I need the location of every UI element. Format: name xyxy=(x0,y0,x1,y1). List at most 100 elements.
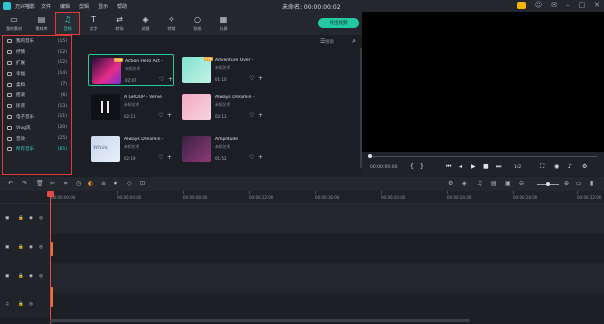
tab-effects[interactable]: ✧ 特效 xyxy=(159,12,184,35)
marker-icon[interactable]: ◈ xyxy=(462,180,467,187)
audio-mix-icon[interactable]: ≡ xyxy=(101,180,106,187)
favorite-icon[interactable]: ♡ xyxy=(249,112,254,119)
fit-icon[interactable]: ▭ xyxy=(576,180,582,187)
play-back-icon[interactable]: ◂ xyxy=(459,163,462,170)
tab-sticker[interactable]: ○ 贴纸 xyxy=(185,12,210,35)
render-icon[interactable]: ⚙ xyxy=(448,180,453,187)
maximize-icon[interactable]: □ xyxy=(579,1,586,9)
sidebar-item-vlog[interactable]: Vlog风 (20) xyxy=(3,122,71,133)
add-icon[interactable]: + xyxy=(258,154,263,161)
sidebar-item-lyrical[interactable]: 抒情 (12) xyxy=(3,47,71,58)
playback-progress-handle[interactable] xyxy=(368,154,372,158)
mark-in-icon[interactable]: { xyxy=(410,163,414,170)
crown-icon[interactable] xyxy=(516,1,526,9)
play-icon[interactable]: ▶ xyxy=(471,163,476,170)
close-icon[interactable]: ✕ xyxy=(594,1,600,9)
record-icon[interactable]: ⏺ xyxy=(114,180,117,188)
tab-split-screen[interactable]: ▦ 分屏 xyxy=(211,12,236,35)
favorite-icon[interactable]: ♡ xyxy=(249,154,254,161)
visibility-icon[interactable]: ◉ xyxy=(29,274,33,279)
volume-icon[interactable]: ♪ xyxy=(568,163,572,170)
search-icon[interactable]: ⌕ xyxy=(352,37,356,46)
user-icon[interactable]: ☺ xyxy=(535,1,542,9)
music-card[interactable]: Whim Always Dreamin - 未知艺术 02:19 ♡ + xyxy=(88,133,174,165)
add-icon[interactable]: + xyxy=(258,75,263,82)
crop-icon[interactable]: ⌗ xyxy=(64,180,67,188)
track-lane[interactable] xyxy=(50,204,604,234)
tab-filter[interactable]: ◈ 滤镜 xyxy=(133,12,158,35)
speed-icon[interactable]: ◷ xyxy=(76,180,81,187)
music-card[interactable]: free Adventure Over - 未知艺术 01:10 ♡ + xyxy=(179,54,265,86)
tab-my-media[interactable]: ▭ 我的素材 xyxy=(0,12,28,35)
color-icon[interactable]: ◐ xyxy=(88,180,93,187)
notification-icon[interactable]: ✉ xyxy=(551,1,557,9)
timeline-scrollbar[interactable] xyxy=(50,319,470,322)
favorite-icon[interactable]: ♡ xyxy=(159,76,164,83)
sidebar-item-my-music[interactable]: 我的音乐 (15) xyxy=(3,36,71,47)
lock-icon[interactable]: 🔒 xyxy=(18,216,24,221)
menu-help[interactable]: 帮助 xyxy=(117,3,127,10)
sidebar-item-folk[interactable]: 民谣 (13) xyxy=(3,101,71,112)
lock-icon[interactable]: 🔒 xyxy=(18,245,24,250)
menu-edit[interactable]: 编辑 xyxy=(60,3,70,10)
add-icon[interactable]: + xyxy=(258,112,263,119)
sidebar-item-happy[interactable]: 幸福 (14) xyxy=(3,68,71,79)
export-button[interactable]: 导出视频 xyxy=(318,18,359,28)
microphone-icon[interactable]: ♫ xyxy=(477,180,482,187)
preview-zoom-select[interactable]: 1/2 xyxy=(514,165,521,170)
cut-icon[interactable]: ✂ xyxy=(50,180,55,187)
track-lane[interactable] xyxy=(50,293,604,317)
split-icon[interactable]: ◇ xyxy=(127,180,132,187)
timeline-zoom-handle[interactable] xyxy=(546,182,550,186)
delete-icon[interactable]: 🗑 xyxy=(36,180,44,187)
sidebar-item-soft[interactable]: 柔和 (7) xyxy=(3,79,71,90)
sidebar-item-all-music[interactable]: 所有音乐 (85) xyxy=(3,144,71,155)
mark-icon[interactable]: ⊡ xyxy=(140,180,145,187)
favorite-icon[interactable]: ♡ xyxy=(249,75,254,82)
add-icon[interactable]: + xyxy=(167,112,172,119)
prev-frame-icon[interactable]: ⏮ xyxy=(446,163,451,171)
music-card[interactable]: free Action Hero Act - 未知艺术 02:07 ♡ + xyxy=(88,54,174,86)
mute-icon[interactable]: ◎ xyxy=(29,302,33,307)
undo-icon[interactable]: ↶ xyxy=(8,180,13,187)
stop-icon[interactable]: ■ xyxy=(483,163,489,170)
add-icon[interactable]: + xyxy=(167,154,172,161)
voiceover-icon[interactable]: ▤ xyxy=(491,180,497,187)
minimize-icon[interactable]: – xyxy=(566,1,570,9)
zoom-out-icon[interactable]: ⊖ xyxy=(519,180,524,187)
settings-icon[interactable]: ⚙ xyxy=(582,163,587,170)
tab-transition[interactable]: ⇄ 转场 xyxy=(107,12,132,35)
menu-clip[interactable]: 剪辑 xyxy=(79,3,89,10)
tab-library[interactable]: ▤ 素材库 xyxy=(29,12,54,35)
playback-progress-track[interactable] xyxy=(370,156,598,157)
sidebar-item-rock[interactable]: 摇滚 (6) xyxy=(3,90,71,101)
lock-icon[interactable]: 🔒 xyxy=(18,302,24,307)
search-bar[interactable]: 搜索 ⌕ xyxy=(325,37,356,46)
mute-icon[interactable]: ◎ xyxy=(39,216,43,221)
music-card[interactable]: Amplitude 未知艺术 01:52 ♡ + xyxy=(179,133,265,165)
redo-icon[interactable]: ↷ xyxy=(22,180,27,187)
sidebar-item-sound-effects[interactable]: 音效 (25) xyxy=(3,133,71,144)
favorite-icon[interactable]: ♡ xyxy=(158,112,163,119)
menu-view[interactable]: 显示 xyxy=(98,3,108,10)
playhead[interactable] xyxy=(50,191,51,324)
music-card[interactable]: Always Dreamin - 未知艺术 02:13 ♡ + xyxy=(179,91,265,123)
menu-file[interactable]: 文件 xyxy=(41,3,51,10)
next-frame-icon[interactable]: ⏭ xyxy=(496,163,501,171)
add-icon[interactable]: + xyxy=(168,76,173,83)
track-lane[interactable] xyxy=(50,234,604,263)
mute-icon[interactable]: ◎ xyxy=(39,245,43,250)
fullscreen-icon[interactable]: ⛶ xyxy=(540,163,544,171)
timeline-ruler[interactable]: 00:00:00:00 00:00:04:00 00:00:08:00 00:0… xyxy=(0,191,604,204)
panel-icon[interactable]: ▮ xyxy=(590,180,593,187)
favorite-icon[interactable]: ♡ xyxy=(158,154,163,161)
lock-icon[interactable]: 🔒 xyxy=(18,274,24,279)
tab-text[interactable]: T 文字 xyxy=(81,12,106,35)
mute-icon[interactable]: ◎ xyxy=(39,274,43,279)
sidebar-item-expand[interactable]: 扩展 (12) xyxy=(3,58,71,69)
snapshot-icon[interactable]: ▣ xyxy=(505,180,511,187)
zoom-in-icon[interactable]: ⊕ xyxy=(564,180,569,187)
tab-audio[interactable]: ♫ 音频 xyxy=(55,12,80,35)
search-input[interactable]: 搜索 xyxy=(325,39,334,45)
music-card[interactable]: A GROUP - Verve 未知艺术 02:11 ♡ + xyxy=(88,91,174,123)
